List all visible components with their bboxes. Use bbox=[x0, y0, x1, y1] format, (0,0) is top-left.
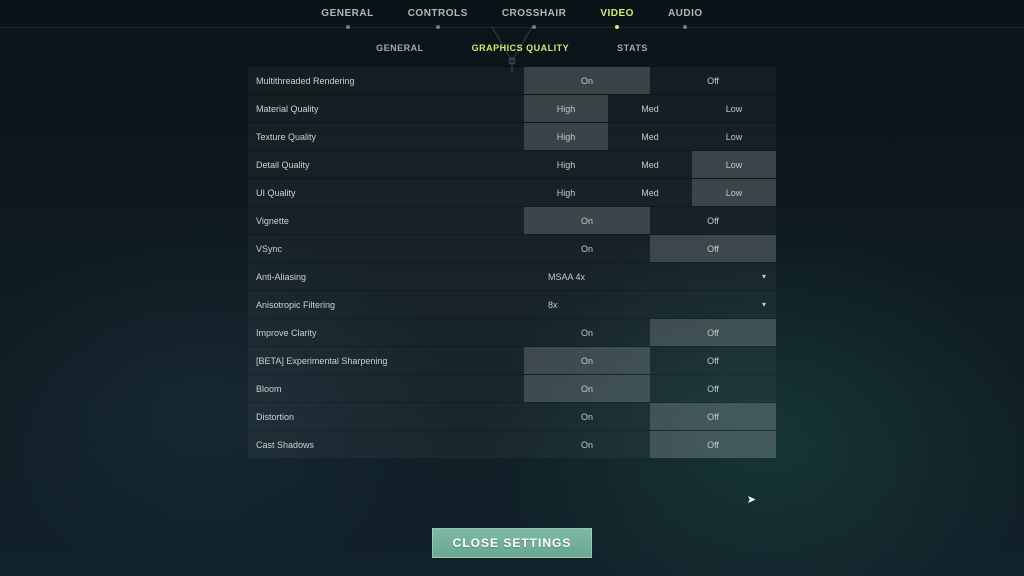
setting-row-aa: Anti-Aliasing MSAA 4x ▾ bbox=[248, 263, 776, 290]
setting-row-bloom: BloomOnOff bbox=[248, 375, 776, 402]
setting-row-aniso: Anisotropic Filtering 8x ▾ bbox=[248, 291, 776, 318]
option-group: OnOff bbox=[524, 375, 776, 402]
setting-row-ui: UI QualityHighMedLow bbox=[248, 179, 776, 206]
setting-row-texture: Texture QualityHighMedLow bbox=[248, 123, 776, 150]
setting-row-shadows: Cast ShadowsOnOff bbox=[248, 431, 776, 458]
close-settings-button[interactable]: CLOSE SETTINGS bbox=[432, 528, 592, 558]
option-group: OnOff bbox=[524, 347, 776, 374]
setting-label: [BETA] Experimental Sharpening bbox=[248, 356, 524, 366]
setting-label: Material Quality bbox=[248, 104, 524, 114]
clarity-option-on[interactable]: On bbox=[524, 319, 650, 346]
vignette-option-off[interactable]: Off bbox=[650, 207, 776, 234]
option-group: OnOff bbox=[524, 319, 776, 346]
distortion-option-off[interactable]: Off bbox=[650, 403, 776, 430]
chevron-down-icon: ▾ bbox=[762, 300, 766, 309]
setting-label: Cast Shadows bbox=[248, 440, 524, 450]
bloom-option-off[interactable]: Off bbox=[650, 375, 776, 402]
option-group: OnOff bbox=[524, 67, 776, 94]
distortion-option-on[interactable]: On bbox=[524, 403, 650, 430]
setting-label: Anisotropic Filtering bbox=[248, 300, 524, 310]
mouse-cursor: ➤ bbox=[747, 493, 756, 506]
shadows-option-off[interactable]: Off bbox=[650, 431, 776, 458]
setting-label: Texture Quality bbox=[248, 132, 524, 142]
ui-option-med[interactable]: Med bbox=[608, 179, 692, 206]
vsync-option-on[interactable]: On bbox=[524, 235, 650, 262]
tab-crosshair[interactable]: CROSSHAIR bbox=[502, 8, 567, 25]
texture-option-med[interactable]: Med bbox=[608, 123, 692, 150]
setting-label: Anti-Aliasing bbox=[248, 272, 524, 282]
option-group: OnOff bbox=[524, 207, 776, 234]
option-group: HighMedLow bbox=[524, 95, 776, 122]
setting-row-vignette: VignetteOnOff bbox=[248, 207, 776, 234]
clarity-option-off[interactable]: Off bbox=[650, 319, 776, 346]
setting-label: Multithreaded Rendering bbox=[248, 76, 524, 86]
tab-controls[interactable]: CONTROLS bbox=[408, 8, 468, 25]
setting-label: VSync bbox=[248, 244, 524, 254]
aa-dropdown[interactable]: MSAA 4x ▾ bbox=[524, 272, 776, 282]
subtab-stats[interactable]: STATS bbox=[617, 43, 648, 53]
multithreaded-option-off[interactable]: Off bbox=[650, 67, 776, 94]
bloom-option-on[interactable]: On bbox=[524, 375, 650, 402]
detail-option-low[interactable]: Low bbox=[692, 151, 776, 178]
setting-label: Distortion bbox=[248, 412, 524, 422]
setting-row-material: Material QualityHighMedLow bbox=[248, 95, 776, 122]
texture-option-low[interactable]: Low bbox=[692, 123, 776, 150]
setting-label: Vignette bbox=[248, 216, 524, 226]
option-group: OnOff bbox=[524, 431, 776, 458]
secondary-tabs: GENERAL GRAPHICS QUALITY STATS bbox=[0, 43, 1024, 53]
chevron-down-icon: ▾ bbox=[762, 272, 766, 281]
subtab-graphics-quality[interactable]: GRAPHICS QUALITY bbox=[472, 43, 570, 53]
setting-row-distortion: DistortionOnOff bbox=[248, 403, 776, 430]
texture-option-high[interactable]: High bbox=[524, 123, 608, 150]
sharpen-option-on[interactable]: On bbox=[524, 347, 650, 374]
setting-row-detail: Detail QualityHighMedLow bbox=[248, 151, 776, 178]
dropdown-value: MSAA 4x bbox=[548, 272, 585, 282]
material-option-low[interactable]: Low bbox=[692, 95, 776, 122]
ui-option-high[interactable]: High bbox=[524, 179, 608, 206]
setting-label: Bloom bbox=[248, 384, 524, 394]
subtab-general[interactable]: GENERAL bbox=[376, 43, 424, 53]
primary-tabs: GENERAL CONTROLS CROSSHAIR VIDEO AUDIO bbox=[0, 0, 1024, 25]
material-option-high[interactable]: High bbox=[524, 95, 608, 122]
setting-label: Detail Quality bbox=[248, 160, 524, 170]
tab-audio[interactable]: AUDIO bbox=[668, 8, 703, 25]
tab-general[interactable]: GENERAL bbox=[321, 8, 373, 25]
material-option-med[interactable]: Med bbox=[608, 95, 692, 122]
tab-video[interactable]: VIDEO bbox=[600, 8, 634, 25]
detail-option-med[interactable]: Med bbox=[608, 151, 692, 178]
setting-row-clarity: Improve ClarityOnOff bbox=[248, 319, 776, 346]
option-group: HighMedLow bbox=[524, 151, 776, 178]
option-group: HighMedLow bbox=[524, 123, 776, 150]
aniso-dropdown[interactable]: 8x ▾ bbox=[524, 300, 776, 310]
setting-label: Improve Clarity bbox=[248, 328, 524, 338]
detail-option-high[interactable]: High bbox=[524, 151, 608, 178]
option-group: HighMedLow bbox=[524, 179, 776, 206]
shadows-option-on[interactable]: On bbox=[524, 431, 650, 458]
dropdown-value: 8x bbox=[548, 300, 558, 310]
vignette-option-on[interactable]: On bbox=[524, 207, 650, 234]
ui-option-low[interactable]: Low bbox=[692, 179, 776, 206]
setting-row-multithreaded: Multithreaded RenderingOnOff bbox=[248, 67, 776, 94]
option-group: OnOff bbox=[524, 235, 776, 262]
setting-row-vsync: VSyncOnOff bbox=[248, 235, 776, 262]
divider bbox=[0, 27, 1024, 28]
sharpen-option-off[interactable]: Off bbox=[650, 347, 776, 374]
settings-panel: Multithreaded RenderingOnOffMaterial Qua… bbox=[248, 67, 776, 458]
setting-label: UI Quality bbox=[248, 188, 524, 198]
setting-row-sharpen: [BETA] Experimental SharpeningOnOff bbox=[248, 347, 776, 374]
vsync-option-off[interactable]: Off bbox=[650, 235, 776, 262]
multithreaded-option-on[interactable]: On bbox=[524, 67, 650, 94]
option-group: OnOff bbox=[524, 403, 776, 430]
